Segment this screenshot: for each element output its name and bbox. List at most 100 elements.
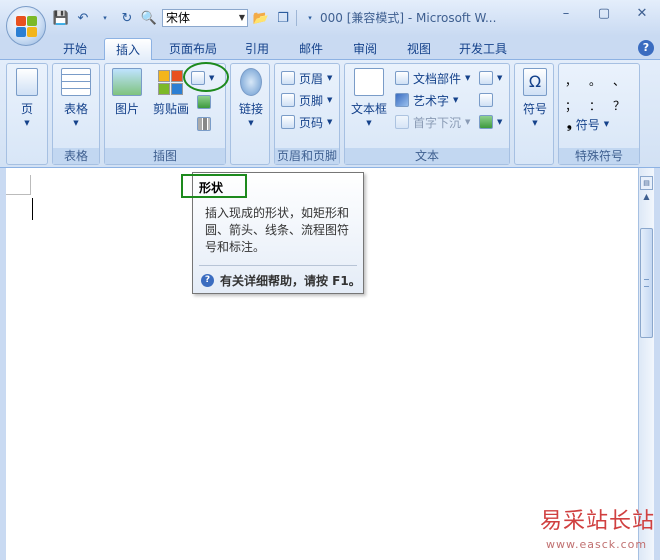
table-label: 表格 [63, 102, 88, 116]
omega-icon: Ω [523, 68, 547, 96]
help-icon: ? [201, 274, 214, 287]
customize-qat-icon[interactable]: ▾ [301, 9, 319, 27]
chevron-down-icon: ▼ [603, 120, 610, 128]
group-text: 文本框 ▼ 文档部件 ▼ 艺术字 ▼ 首字下沉 ▼ ▼ ▼ 文本 [344, 63, 510, 165]
chevron-down-icon: ▼ [465, 118, 471, 126]
chevron-down-icon: ▼ [497, 118, 503, 126]
footer-button[interactable]: 页脚 ▼ [281, 90, 332, 110]
copy-icon[interactable]: ❐ [274, 9, 292, 27]
chevron-down-icon: ▼ [73, 119, 79, 127]
qat-separator [296, 10, 297, 26]
undo-icon[interactable]: ↶ [74, 9, 92, 27]
tab-developer[interactable]: 开发工具 [450, 38, 516, 60]
tab-home[interactable]: 开始 [52, 38, 98, 60]
page-button[interactable]: 页 ▼ [7, 68, 47, 127]
tab-mailings[interactable]: 邮件 [288, 38, 334, 60]
table-icon [61, 68, 91, 96]
chart-button[interactable] [197, 114, 211, 134]
page-label: 页 [20, 102, 33, 116]
header-label: 页眉 [299, 71, 324, 86]
watermark-title: 易采站长站 [540, 509, 656, 534]
quickparts-icon [395, 71, 409, 85]
open-folder-icon[interactable]: 📂 [252, 9, 270, 27]
ruler-toggle-icon[interactable]: ▤ [640, 176, 653, 190]
office-logo-icon [16, 16, 38, 38]
tab-review[interactable]: 审阅 [342, 38, 388, 60]
office-button[interactable] [6, 6, 46, 46]
clipart-label: 剪贴画 [152, 102, 189, 116]
tooltip-body: 插入现成的形状，如矩形和圆、箭头、线条、流程图符号和标注。 [205, 206, 350, 254]
date-time-button[interactable] [479, 90, 493, 110]
window-frame [654, 168, 660, 560]
header-icon [281, 71, 295, 85]
wordart-label: 艺术字 [413, 93, 450, 108]
tab-insert[interactable]: 插入 [104, 38, 152, 60]
tab-page-layout[interactable]: 页面布局 [160, 38, 226, 60]
smartart-button[interactable] [197, 92, 211, 112]
watermark-url: www.easck.com [546, 538, 648, 551]
picture-label: 图片 [114, 102, 139, 116]
tab-references[interactable]: 引用 [234, 38, 280, 60]
more-symbols-button[interactable]: ❟ 符号 ▼ [567, 114, 609, 134]
minimize-icon[interactable]: – [558, 6, 574, 21]
tooltip-help: ? 有关详细帮助，请按 F1。 [201, 272, 361, 289]
font-name-box[interactable]: 宋体 ▼ [162, 9, 248, 27]
link-label: 链接 [238, 102, 263, 116]
tab-view[interactable]: 视图 [396, 38, 442, 60]
shapes-highlight-ellipse [183, 62, 229, 92]
scroll-up-icon[interactable]: ▲ [640, 192, 653, 206]
dropcap-icon [395, 115, 409, 129]
page-number-label: 页码 [299, 115, 324, 130]
group-tables: 表格 ▼ 表格 [52, 63, 100, 165]
picture-button[interactable]: 图片 [107, 68, 147, 117]
chevron-down-icon: ▼ [327, 74, 333, 82]
group-special-symbols: ， 。 、 ； ： ？ ❟ 符号 ▼ 特殊符号 [558, 63, 640, 165]
textbox-button[interactable]: 文本框 ▼ [349, 68, 389, 127]
group-label-text: 文本 [345, 148, 509, 164]
enum-comma-char[interactable]: 、 [613, 72, 637, 89]
chevron-down-icon: ▼ [453, 96, 459, 104]
object-button[interactable]: ▼ [479, 112, 502, 132]
header-button[interactable]: 页眉 ▼ [281, 68, 332, 88]
tooltip-title-highlight [181, 174, 247, 198]
group-label-header-footer: 页眉和页脚 [275, 148, 339, 164]
chevron-down-icon: ▼ [465, 74, 471, 82]
print-preview-icon[interactable]: 🔍 [140, 9, 158, 27]
dropcap-button[interactable]: 首字下沉 ▼ [395, 112, 470, 132]
scrollbar-thumb[interactable] [640, 228, 653, 338]
chevron-down-icon: ▼ [327, 118, 333, 126]
question-char[interactable]: ？ [613, 97, 637, 114]
chevron-down-icon[interactable]: ▼ [239, 10, 245, 26]
signature-line-button[interactable]: ▼ [479, 68, 502, 88]
undo-dropdown-icon[interactable]: ▾ [96, 9, 114, 27]
help-icon[interactable]: ? [638, 40, 654, 56]
quick-access-toolbar: 💾 ↶ ▾ ↻ 🔍 宋体 ▼ 📂 ❐ ▾ [52, 8, 319, 28]
maximize-icon[interactable]: ▢ [596, 6, 612, 21]
link-button[interactable]: 链接 ▼ [231, 68, 271, 127]
vertical-scrollbar[interactable]: ▤ ▲ [638, 168, 654, 560]
special-chars-grid: ， 。 、 ； ： ？ [565, 72, 637, 114]
save-icon[interactable]: 💾 [52, 9, 70, 27]
colon-char[interactable]: ： [589, 97, 613, 114]
footer-icon [281, 93, 295, 107]
page-number-button[interactable]: 页码 ▼ [281, 112, 332, 132]
quickparts-button[interactable]: 文档部件 ▼ [395, 68, 470, 88]
margin-mark [30, 175, 31, 195]
comma-char[interactable]: ， [565, 72, 589, 89]
symbol-button[interactable]: Ω 符号 ▼ [515, 68, 555, 127]
clipart-icon [156, 68, 186, 96]
period-char[interactable]: 。 [589, 72, 613, 89]
close-icon[interactable]: ✕ [634, 6, 650, 21]
signature-line-icon [479, 71, 493, 85]
text-cursor [32, 198, 33, 220]
wordart-button[interactable]: 艺术字 ▼ [395, 90, 458, 110]
symbol-label: 符号 [522, 102, 547, 116]
tooltip-divider [199, 265, 357, 266]
page-icon [16, 68, 38, 96]
semicolon-char[interactable]: ； [565, 97, 589, 114]
quickparts-label: 文档部件 [413, 71, 462, 86]
group-label-special-symbols: 特殊符号 [559, 148, 639, 164]
redo-icon[interactable]: ↻ [118, 9, 136, 27]
table-button[interactable]: 表格 ▼ [56, 68, 96, 127]
group-symbols: Ω 符号 ▼ [514, 63, 554, 165]
